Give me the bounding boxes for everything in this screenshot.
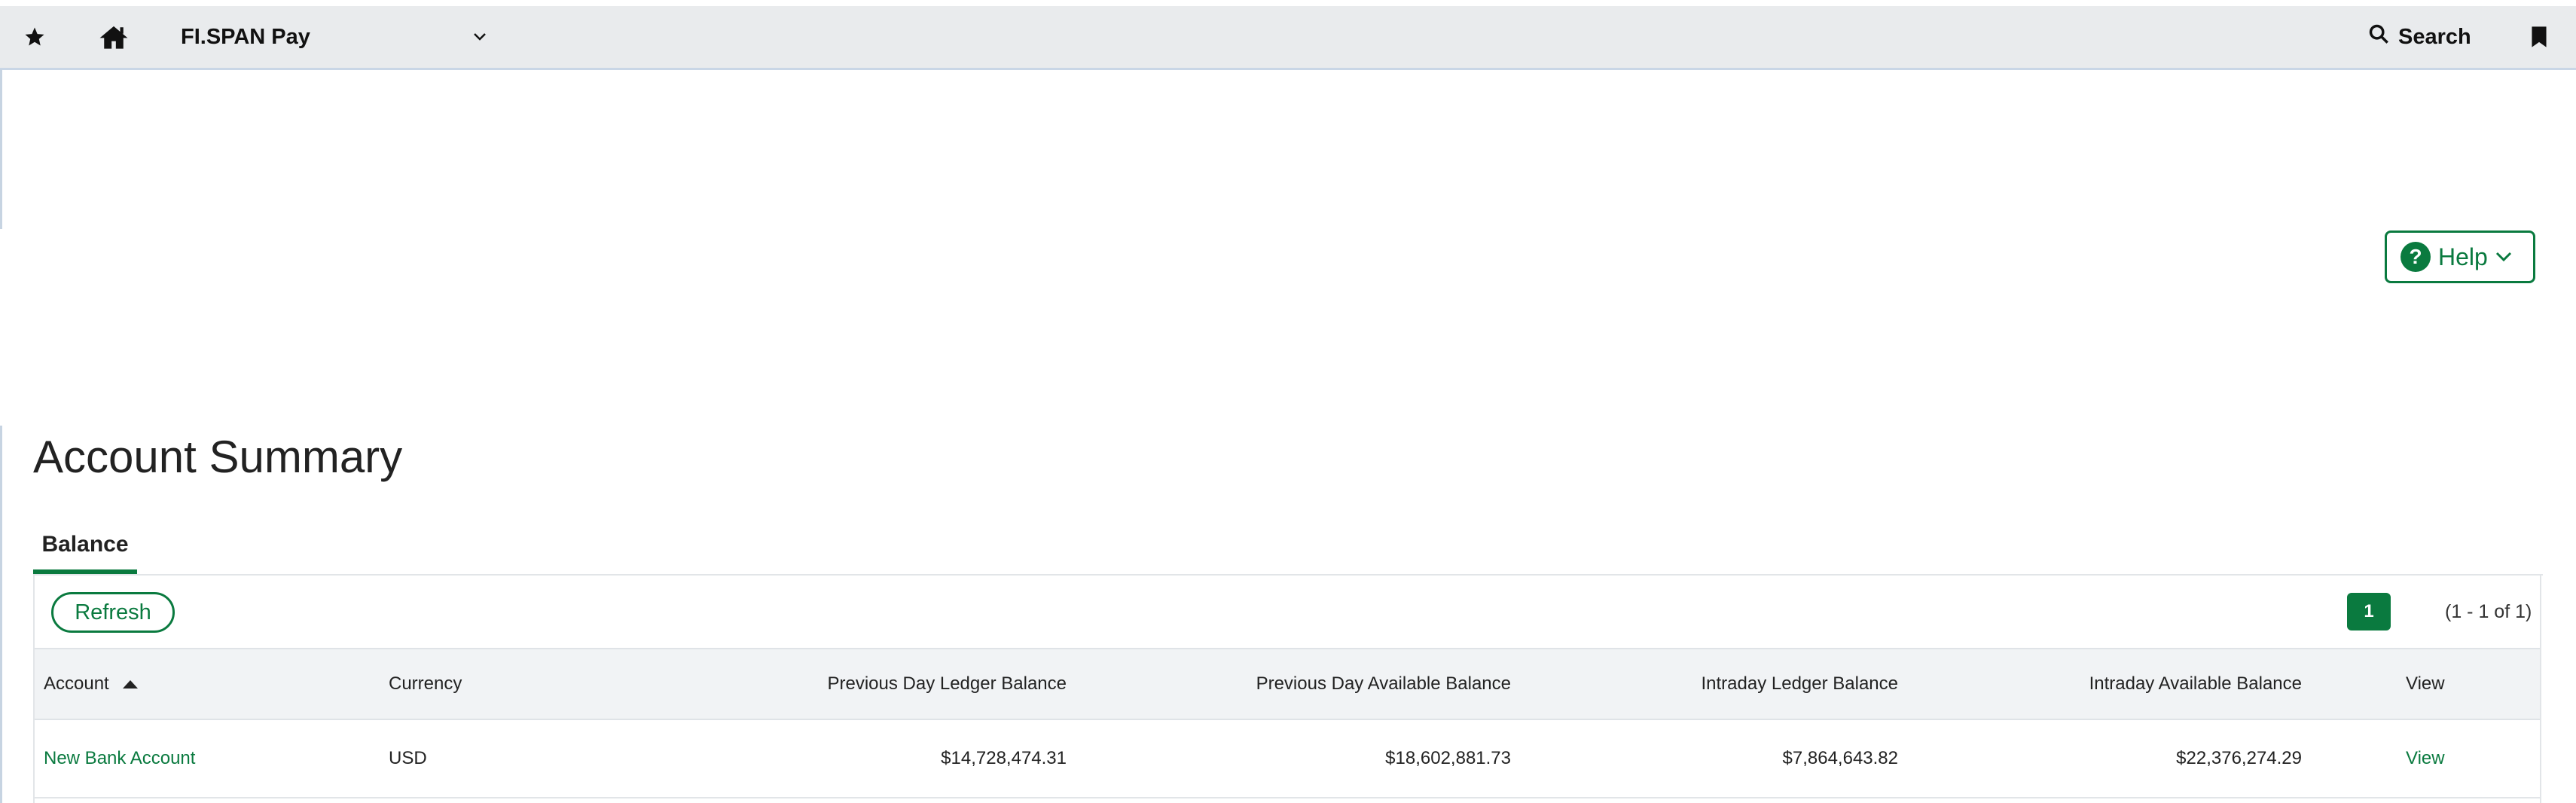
search-button[interactable]: Search	[2368, 6, 2471, 68]
pagination-page-1[interactable]: 1	[2347, 593, 2391, 630]
chevron-down-icon[interactable]	[473, 6, 487, 68]
left-edge-divider	[0, 426, 2, 803]
refresh-button[interactable]: Refresh	[51, 592, 175, 633]
help-button[interactable]: ? Help	[2385, 231, 2535, 283]
help-label: Help	[2438, 243, 2488, 270]
prev-day-ledger-cell: $14,728,474.31	[941, 748, 1067, 768]
top-nav-bar: FI.SPAN Pay Search	[0, 6, 2576, 70]
table-toolbar: Refresh 1 (1 - 1 of 1)	[35, 576, 2540, 648]
column-header-intraday-available[interactable]: Intraday Available Balance	[1918, 649, 2302, 719]
balance-panel: Refresh 1 (1 - 1 of 1) Account Currency …	[33, 576, 2541, 803]
column-header-prev-day-ledger[interactable]: Previous Day Ledger Balance	[713, 649, 1067, 719]
column-header-intraday-ledger[interactable]: Intraday Ledger Balance	[1541, 649, 1898, 719]
currency-cell: USD	[389, 748, 427, 768]
column-header-currency[interactable]: Currency	[389, 649, 462, 719]
sort-ascending-icon	[122, 679, 138, 689]
home-icon[interactable]	[95, 6, 133, 68]
page-title: Account Summary	[33, 432, 403, 482]
favorites-star-icon[interactable]	[20, 6, 50, 68]
bookmark-icon[interactable]	[2528, 6, 2550, 68]
pagination-range: (1 - 1 of 1)	[2445, 600, 2532, 622]
table-header: Account Currency Previous Day Ledger Bal…	[35, 648, 2540, 720]
table-row: New Bank Account USD $14,728,474.31 $18,…	[35, 720, 2540, 798]
column-header-view: View	[2406, 673, 2445, 694]
view-link[interactable]: View	[2406, 720, 2445, 797]
left-edge-divider	[0, 69, 2, 229]
help-question-icon: ?	[2401, 242, 2431, 272]
prev-day-available-cell: $18,602,881.73	[1385, 748, 1511, 768]
intraday-ledger-cell: $7,864,643.82	[1782, 748, 1898, 768]
app-switcher-title[interactable]: FI.SPAN Pay	[181, 6, 310, 68]
tab-balance[interactable]: Balance	[33, 527, 137, 574]
search-icon	[2368, 23, 2389, 50]
column-header-account[interactable]: Account	[44, 649, 138, 719]
account-link[interactable]: New Bank Account	[44, 720, 195, 797]
column-header-prev-day-available[interactable]: Previous Day Available Balance	[1089, 649, 1511, 719]
chevron-down-icon	[2495, 252, 2511, 262]
search-label: Search	[2398, 24, 2471, 49]
intraday-available-cell: $22,376,274.29	[2176, 748, 2302, 768]
